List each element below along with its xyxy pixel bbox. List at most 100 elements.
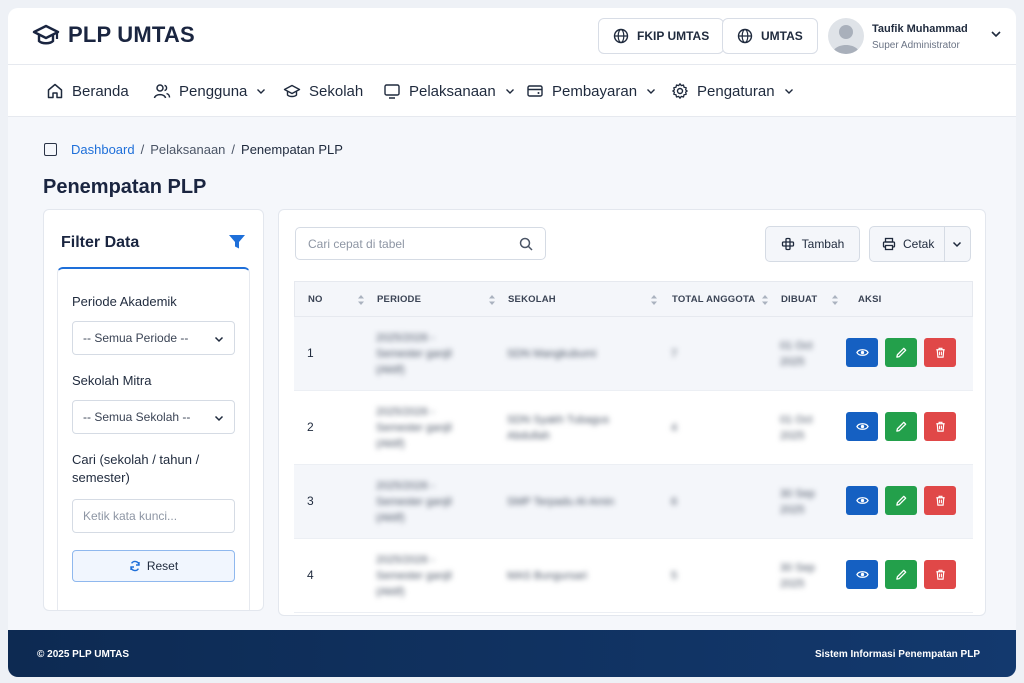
divider <box>944 227 945 261</box>
edit-button[interactable] <box>885 412 917 441</box>
nav-label: Pembayaran <box>552 82 638 100</box>
chevron-down-icon[interactable] <box>952 239 962 249</box>
users-icon <box>153 84 171 99</box>
cell-dibuat: 30 Sep 2025 <box>780 562 815 590</box>
cell-no: 4 <box>307 568 314 582</box>
brand[interactable]: PLP UMTAS <box>32 22 195 48</box>
fkip-umtas-link[interactable]: FKIP UMTAS <box>598 18 725 54</box>
globe-icon <box>613 28 629 44</box>
keyword-placeholder: Ketik kata kunci... <box>83 509 178 523</box>
cell-sekolah: SDN Mangkubumi <box>507 348 597 360</box>
pencil-icon <box>895 569 906 580</box>
nav-pelaksanaan[interactable]: Pelaksanaan <box>383 65 515 117</box>
periode-select[interactable]: -- Semua Periode -- <box>72 321 235 355</box>
cell-dibuat: 01 Oct 2025 <box>780 414 813 442</box>
keyword-input[interactable]: Ketik kata kunci... <box>72 499 235 533</box>
view-button[interactable] <box>846 560 878 589</box>
add-button[interactable]: Tambah <box>765 226 860 262</box>
cell-total: 5 <box>671 570 678 582</box>
table-search-input[interactable]: Cari cepat di tabel <box>295 227 546 260</box>
sort-icon[interactable] <box>831 294 839 306</box>
breadcrumb-separator: / <box>231 142 236 157</box>
sort-icon[interactable] <box>488 294 496 306</box>
cell-sekolah: SMP Terpadu Al-Amin <box>507 496 615 508</box>
umtas-link[interactable]: UMTAS <box>722 18 818 54</box>
fkip-umtas-label: FKIP UMTAS <box>637 29 710 43</box>
table-row: 2 2025/2026 - Semester ganjil (Aktif) SD… <box>294 391 973 465</box>
trash-icon <box>935 347 945 358</box>
table-row: 3 2025/2026 - Semester ganjil (Aktif) SM… <box>294 465 973 539</box>
col-periode[interactable]: PERIODE <box>377 294 421 305</box>
footer-copyright: © 2025 PLP UMTAS <box>37 649 130 660</box>
nav-beranda[interactable]: Beranda <box>46 65 129 117</box>
filter-form: Periode Akademik -- Semua Periode -- Sek… <box>57 267 250 610</box>
nav-sekolah[interactable]: Sekolah <box>283 65 363 117</box>
main-nav: Beranda Pengguna Sekolah Pelaksanaan Pem… <box>8 65 1016 117</box>
nav-label: Pengaturan <box>697 82 775 100</box>
breadcrumb-dashboard[interactable]: Dashboard <box>71 142 135 157</box>
delete-button[interactable] <box>924 338 956 367</box>
chevron-down-icon <box>214 415 224 422</box>
edit-button[interactable] <box>885 560 917 589</box>
print-label: Cetak <box>903 237 935 251</box>
graduation-cap-icon <box>283 84 301 98</box>
print-button[interactable]: Cetak <box>869 226 971 262</box>
table-search-placeholder: Cari cepat di tabel <box>308 236 405 251</box>
filter-icon <box>229 235 245 249</box>
printer-icon <box>882 237 896 251</box>
col-sekolah[interactable]: SEKOLAH <box>508 294 556 305</box>
sort-icon[interactable] <box>650 294 658 306</box>
monitor-icon <box>384 84 400 99</box>
table-card: Cari cepat di tabel Tambah Cetak NO PERI… <box>278 209 986 616</box>
user-menu[interactable]: Taufik Muhammad Super Administrator <box>828 18 1008 56</box>
edit-button[interactable] <box>885 486 917 515</box>
cell-total: 6 <box>671 496 678 508</box>
search-icon <box>519 237 533 251</box>
globe-icon <box>737 28 753 44</box>
sekolah-select[interactable]: -- Semua Sekolah -- <box>72 400 235 434</box>
delete-button[interactable] <box>924 560 956 589</box>
trash-icon <box>935 421 945 432</box>
delete-button[interactable] <box>924 412 956 441</box>
periode-label: Periode Akademik <box>72 294 177 309</box>
view-button[interactable] <box>846 486 878 515</box>
sort-icon[interactable] <box>357 294 365 306</box>
cell-total: 7 <box>671 348 678 360</box>
cell-total: 4 <box>671 422 678 434</box>
view-button[interactable] <box>846 412 878 441</box>
trash-icon <box>935 569 945 580</box>
chevron-down-icon <box>991 31 1001 38</box>
edit-button[interactable] <box>885 338 917 367</box>
delete-button[interactable] <box>924 486 956 515</box>
add-label: Tambah <box>801 237 845 251</box>
view-button[interactable] <box>846 338 878 367</box>
sekolah-value: -- Semua Sekolah -- <box>83 410 191 424</box>
user-name: Taufik Muhammad <box>872 23 968 35</box>
page-title: Penempatan PLP <box>43 176 207 198</box>
footer: © 2025 PLP UMTAS Sistem Informasi Penemp… <box>8 630 1016 677</box>
eye-icon <box>855 571 869 578</box>
app-shell: PLP UMTAS FKIP UMTAS UMTAS Taufik Muhamm… <box>8 8 1016 677</box>
cell-periode: 2025/2026 - Semester ganjil (Aktif) <box>376 406 452 450</box>
reset-button[interactable]: Reset <box>72 550 235 582</box>
table-header: NO PERIODE SEKOLAH TOTAL ANGGOTA DIBUAT … <box>294 281 973 317</box>
col-no[interactable]: NO <box>308 294 323 305</box>
breadcrumb-pelaksanaan[interactable]: Pelaksanaan <box>150 142 225 157</box>
cell-periode: 2025/2026 - Semester ganjil (Aktif) <box>376 480 452 524</box>
sort-icon[interactable] <box>761 294 769 306</box>
nav-pembayaran[interactable]: Pembayaran <box>526 65 656 117</box>
umtas-label: UMTAS <box>761 29 803 43</box>
nav-label: Pengguna <box>179 82 248 100</box>
breadcrumb-current: Penempatan PLP <box>241 142 343 157</box>
cell-sekolah: SDN Syakh Tubagus Abdullah <box>507 414 610 442</box>
print-main[interactable]: Cetak <box>882 227 934 261</box>
breadcrumb: Dashboard / Pelaksanaan / Penempatan PLP <box>44 142 343 157</box>
nav-pengaturan[interactable]: Pengaturan <box>671 65 794 117</box>
chevron-down-icon <box>257 89 266 94</box>
col-dibuat[interactable]: DIBUAT <box>781 294 817 305</box>
sekolah-label: Sekolah Mitra <box>72 373 152 388</box>
nav-label: Sekolah <box>309 82 364 100</box>
refresh-icon <box>130 560 140 572</box>
nav-pengguna[interactable]: Pengguna <box>153 65 266 117</box>
col-total-anggota[interactable]: TOTAL ANGGOTA <box>672 294 755 305</box>
